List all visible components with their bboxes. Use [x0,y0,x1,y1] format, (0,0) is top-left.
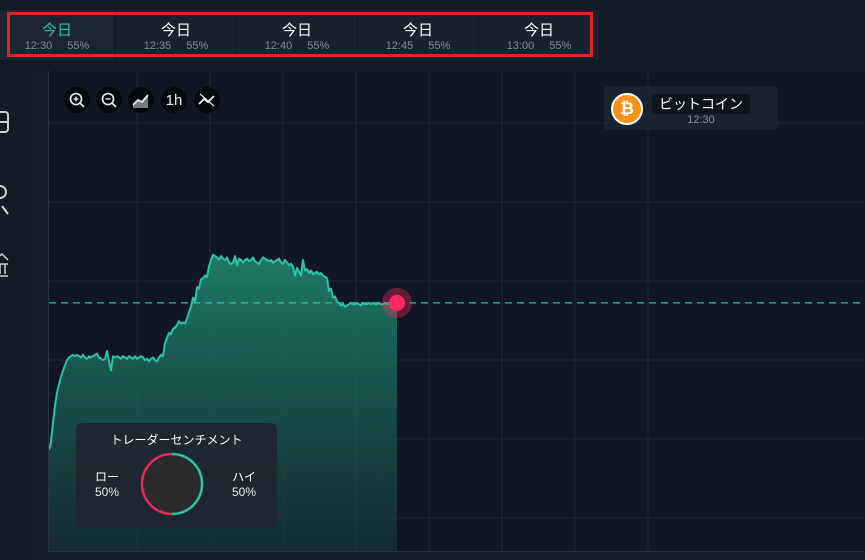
asset-name: ビットコイン [652,94,750,114]
expiry-tab-day: 今日 [160,22,191,39]
bitcoin-icon: ₿ [611,93,643,125]
expiry-tab-payout: 55% [67,40,90,52]
expiry-tab-time: 12:45 [385,40,414,52]
expiry-tab-2[interactable]: 今日 12:35 55% [116,10,236,60]
trader-sentiment-widget: トレーダーセンチメント ロー 50% ハイ 50% [76,423,277,528]
expiry-tab-time: 12:30 [24,40,53,52]
sentiment-low-label: ロー [94,470,119,484]
expiry-tab-meta: 12:35 55% [116,40,236,52]
expiry-tab-time: 13:00 [506,40,535,52]
timeframe-button[interactable]: 1h [161,87,187,113]
indicators-icon [198,93,215,107]
expiry-tab-4[interactable]: 今日 12:45 55% [358,10,478,60]
bank-icon [0,253,9,277]
asset-time: 12:30 [687,114,715,126]
sentiment-title: トレーダーセンチメント [110,433,243,447]
expiry-tab-day: 今日 [281,22,312,39]
expiry-tabs-bar: 今日 12:30 55% 今日 12:35 55% 今日 12:40 55% 今… [0,0,865,66]
sentiment-low-value: 50% [94,485,120,499]
sentiment-gauge [140,452,204,516]
left-rail-icons [0,111,9,277]
zoom-in-icon [69,92,85,108]
expiry-tab-1[interactable]: 今日 12:30 55% [0,10,114,60]
indicators-button[interactable] [194,87,220,113]
wallet-icon [0,111,9,133]
expiry-tab-3[interactable]: 今日 12:40 55% [237,10,357,60]
expiry-tab-5[interactable]: 今日 13:00 55% [479,10,599,60]
expiry-tab-payout: 55% [186,40,209,52]
current-price-marker [389,294,405,311]
expiry-tab-day: 今日 [41,22,72,39]
expiry-tab-meta: 12:30 55% [0,40,114,52]
expiry-tab-day: 今日 [523,22,554,39]
expiry-tab-payout: 55% [549,40,572,52]
expiry-tab-payout: 55% [428,40,451,52]
expiry-tab-meta: 13:00 55% [479,40,599,52]
sentiment-high-value: 50% [231,485,257,499]
chart-type-button[interactable] [128,87,154,113]
expiry-tab-time: 12:35 [143,40,172,52]
zoom-out-button[interactable] [96,87,122,113]
chart-type-icon [132,94,149,108]
sentiment-high-label: ハイ [232,470,256,484]
expiry-tab-time: 12:40 [264,40,293,52]
expiry-tab-payout: 55% [307,40,330,52]
expiry-tab-meta: 12:45 55% [358,40,478,52]
expiry-tab-meta: 12:40 55% [237,40,357,52]
zoom-in-button[interactable] [64,87,90,113]
asset-selector[interactable]: ₿ ビットコイン 12:30 [604,86,778,130]
user-icon [0,185,9,215]
expiry-tab-day: 今日 [402,22,433,39]
zoom-out-icon [101,92,117,108]
left-rail [0,66,28,555]
